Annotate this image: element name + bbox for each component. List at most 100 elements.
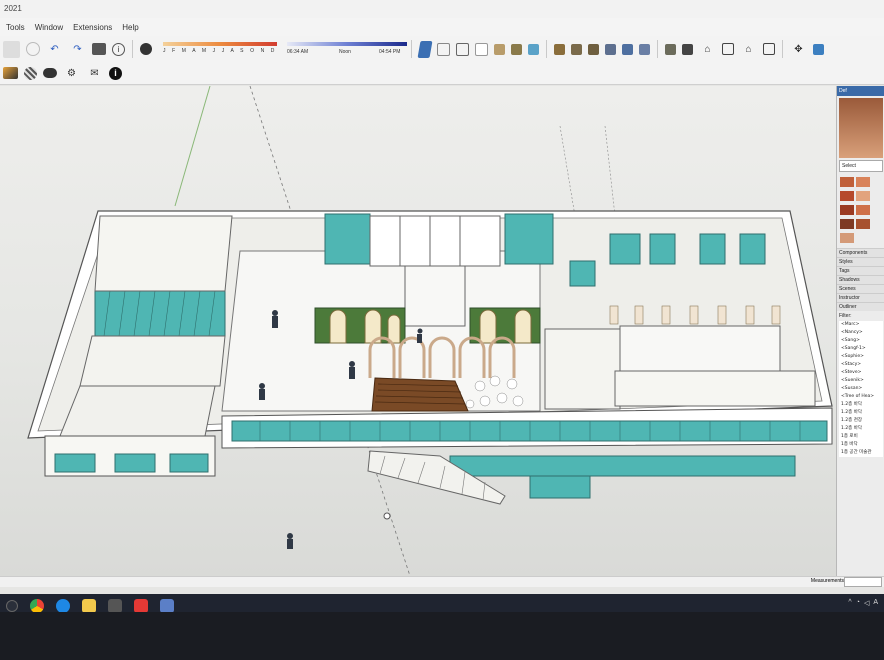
- cloud-upload-icon[interactable]: [43, 68, 57, 78]
- material-swatch[interactable]: [840, 233, 854, 243]
- outliner-item[interactable]: <Suenik>: [839, 377, 883, 385]
- file-explorer-icon[interactable]: [82, 599, 96, 612]
- time-gradient-bar: [287, 42, 407, 46]
- material-swatch[interactable]: [840, 191, 854, 201]
- start-search-icon[interactable]: [6, 600, 18, 612]
- outliner-item[interactable]: <Stacy>: [839, 361, 883, 369]
- outliner-item[interactable]: <Sang>: [839, 337, 883, 345]
- youtube-icon[interactable]: [134, 599, 148, 612]
- sandbox-icon[interactable]: [3, 67, 18, 79]
- outliner-item[interactable]: <Nancy>: [839, 329, 883, 337]
- top-view-icon[interactable]: [571, 43, 582, 55]
- measurements-label: Measurements: [810, 578, 844, 584]
- select-tab[interactable]: Select: [839, 160, 883, 172]
- outliner-item[interactable]: 1층 로비: [839, 433, 883, 441]
- shaded-icon[interactable]: [494, 43, 505, 55]
- time-noon-label: Noon: [339, 49, 351, 55]
- tray-section-header[interactable]: Components: [837, 248, 884, 257]
- shaded-textures-icon[interactable]: [511, 43, 522, 55]
- outliner-item[interactable]: <Tree of Hea>: [839, 393, 883, 401]
- outliner-item[interactable]: 1층 공간 미술관: [839, 449, 883, 457]
- warehouse-icon[interactable]: [665, 43, 676, 55]
- material-swatch[interactable]: [840, 219, 854, 229]
- mail-icon[interactable]: ✉: [86, 65, 103, 82]
- tray-section-header[interactable]: Scenes: [837, 284, 884, 293]
- tray-section-header[interactable]: Styles: [837, 257, 884, 266]
- shadow-month-slider[interactable]: J F M A M J J A S O N D: [161, 39, 279, 59]
- outliner-item[interactable]: 1.2층 바닥: [839, 401, 883, 409]
- volume-icon[interactable]: ◁: [864, 599, 869, 607]
- menu-extensions[interactable]: Extensions: [73, 23, 112, 32]
- secondary-toolbar: ⚙ ✉ i: [0, 62, 884, 85]
- hidden-line-icon[interactable]: [475, 42, 488, 56]
- material-swatch[interactable]: [856, 219, 870, 229]
- paste-icon[interactable]: [3, 40, 20, 58]
- xray-icon[interactable]: [417, 40, 433, 58]
- outliner-filter-label: Filter:: [839, 313, 852, 319]
- model-info-icon[interactable]: i: [112, 42, 125, 56]
- backedges-icon[interactable]: [437, 42, 450, 56]
- tray-section-header[interactable]: Outliner: [837, 302, 884, 311]
- tray-section-header[interactable]: Instructor: [837, 293, 884, 302]
- menu-window[interactable]: Window: [35, 23, 63, 32]
- extension-icon[interactable]: [682, 43, 693, 55]
- settings-gear-icon[interactable]: ⚙: [63, 65, 80, 82]
- store-icon[interactable]: [108, 599, 122, 612]
- shadows-toggle-icon[interactable]: [140, 43, 152, 55]
- glass-panel: [569, 260, 596, 287]
- building-icon[interactable]: [763, 43, 775, 55]
- iso-view-icon[interactable]: [554, 43, 565, 55]
- shadow-time-slider[interactable]: 06:34 AM Noon 04:54 PM: [287, 39, 407, 59]
- wireframe-icon[interactable]: [456, 42, 469, 56]
- default-tray: Def Select Components Styles Tags Shadows Sc…: [836, 86, 884, 576]
- back-view-icon[interactable]: [622, 43, 633, 55]
- facade-window: [169, 453, 209, 473]
- outliner-item[interactable]: 1.2층 바닥: [839, 425, 883, 433]
- info-icon[interactable]: i: [109, 66, 122, 80]
- menu-tools[interactable]: Tools: [6, 23, 25, 32]
- edge-icon[interactable]: [56, 599, 70, 612]
- print-icon[interactable]: [92, 43, 106, 55]
- outliner-item[interactable]: 1층 바닥: [839, 441, 883, 449]
- component-icon[interactable]: [722, 43, 734, 55]
- 3d-viewport[interactable]: [0, 85, 836, 577]
- redo-icon[interactable]: ↷: [69, 41, 86, 58]
- monochrome-icon[interactable]: [528, 43, 539, 55]
- status-bar: Measurements: [0, 576, 884, 587]
- texture-icon[interactable]: [24, 66, 37, 80]
- network-icon[interactable]: ◔: [856, 599, 860, 607]
- outliner-item[interactable]: 1.2층 천장: [839, 417, 883, 425]
- move-icon[interactable]: ✥: [790, 41, 807, 58]
- outliner-item[interactable]: <Marc>: [839, 321, 883, 329]
- chrome-icon[interactable]: [30, 599, 44, 612]
- erase-icon[interactable]: [26, 42, 40, 56]
- menu-help[interactable]: Help: [122, 23, 138, 32]
- right-view-icon[interactable]: [605, 43, 616, 55]
- outliner-item[interactable]: <Sangf-1>: [839, 345, 883, 353]
- material-swatch[interactable]: [856, 205, 870, 215]
- outliner-item[interactable]: 1.2층 바닥: [839, 409, 883, 417]
- front-view-icon[interactable]: [588, 43, 599, 55]
- outliner-item[interactable]: <Steve>: [839, 369, 883, 377]
- material-swatch[interactable]: [856, 191, 870, 201]
- measurements-input[interactable]: [844, 577, 882, 587]
- material-swatch[interactable]: [840, 205, 854, 215]
- left-view-icon[interactable]: [639, 43, 650, 55]
- home-icon[interactable]: ⌂: [699, 41, 716, 58]
- material-swatch[interactable]: [840, 177, 854, 187]
- main-toolbar: ↶ ↷ i J F M A M J J A S O N D 06:34 AM N…: [0, 36, 884, 62]
- undo-icon[interactable]: ↶: [46, 41, 63, 58]
- tray-section-header[interactable]: Tags: [837, 266, 884, 275]
- section-icon[interactable]: [813, 43, 824, 55]
- core-room: [404, 265, 466, 327]
- house-icon[interactable]: ⌂: [740, 41, 757, 58]
- tray-chevron-icon[interactable]: ^: [848, 599, 851, 607]
- tray-section-header[interactable]: Shadows: [837, 275, 884, 284]
- material-swatch[interactable]: [856, 177, 870, 187]
- glass-panel: [699, 233, 726, 265]
- keyboard-lang-icon[interactable]: A: [873, 599, 878, 607]
- room-lower-left: [59, 385, 216, 437]
- outliner-item[interactable]: <Sophie>: [839, 353, 883, 361]
- sketchup-taskbar-icon[interactable]: [160, 599, 174, 612]
- outliner-item[interactable]: <Susan>: [839, 385, 883, 393]
